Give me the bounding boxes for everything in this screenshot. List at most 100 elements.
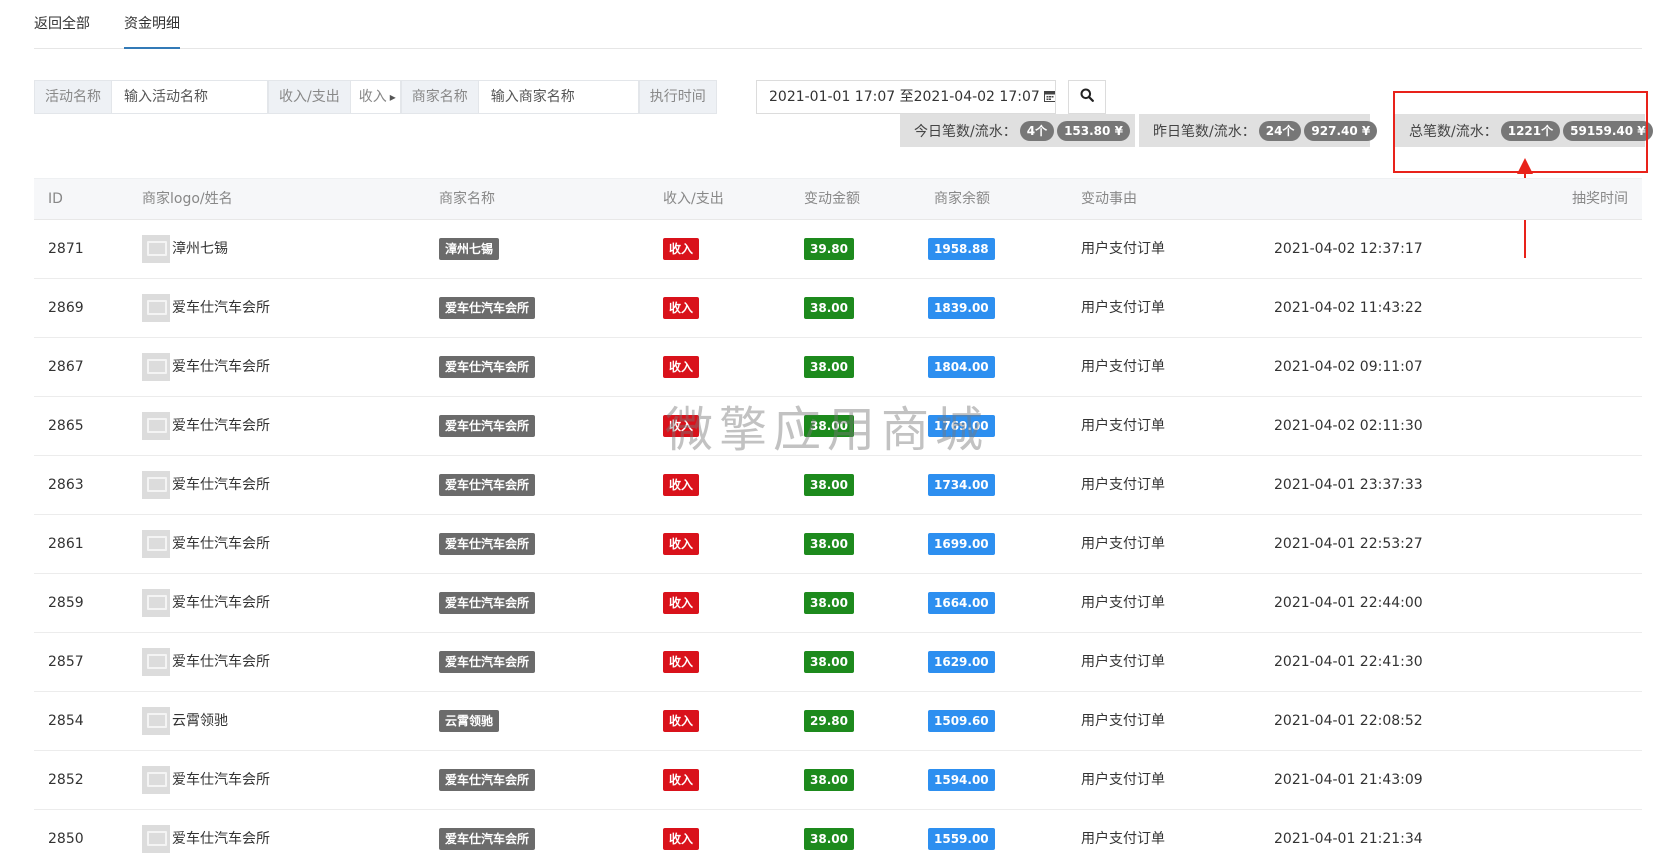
row-name: 爱车仕汽车会所 <box>172 300 270 316</box>
yesterday-stats: 昨日笔数/流水： 24个 927.40 ¥ <box>1139 114 1378 147</box>
image-placeholder-icon <box>142 766 170 794</box>
merchant-badge: 爱车仕汽车会所 <box>439 474 536 496</box>
amount-badge: 38.00 <box>804 297 854 319</box>
date-range-value: 2021-01-01 17:07 至2021-04-02 17:07 <box>769 89 1040 105</box>
caret-down-icon: ▸ <box>389 90 396 104</box>
col-balance: 商家余额 <box>934 191 990 207</box>
table-row: 2850 爱车仕汽车会所 爱车仕汽车会所 收入 38.00 1559.00 用户支付订单 20… <box>34 810 1642 853</box>
merchant-badge: 漳州七锡 <box>439 238 500 260</box>
row-type: 收入 <box>663 692 700 750</box>
row-amount: 38.00 <box>804 574 854 632</box>
row-name: 爱车仕汽车会所 <box>172 654 270 670</box>
table-row: 2859 爱车仕汽车会所 爱车仕汽车会所 收入 38.00 1664.00 用户支付订单 20… <box>34 574 1642 633</box>
col-id: ID <box>48 191 63 207</box>
row-time: 2021-04-01 22:44:00 <box>1274 595 1423 611</box>
filter-bar: 活动名称 收入/支出 收入 ▸ 商家名称 执行时间 <box>34 80 717 114</box>
balance-badge: 1559.00 <box>928 828 995 850</box>
income-badge: 收入 <box>663 769 700 791</box>
row-reason: 用户支付订单 <box>1081 359 1165 375</box>
row-merchant: 爱车仕汽车会所 <box>439 338 536 396</box>
merchant-badge: 爱车仕汽车会所 <box>439 297 536 319</box>
col-time: 抽奖时间 <box>1572 191 1628 207</box>
balance-badge: 1664.00 <box>928 592 995 614</box>
table-row: 2857 爱车仕汽车会所 爱车仕汽车会所 收入 38.00 1629.00 用户支付订单 20… <box>34 633 1642 692</box>
image-placeholder-icon <box>142 235 170 263</box>
row-name: 云霄领驰 <box>172 713 228 729</box>
row-balance: 1699.00 <box>928 515 995 573</box>
balance-badge: 1699.00 <box>928 533 995 555</box>
income-badge: 收入 <box>663 828 700 850</box>
row-type: 收入 <box>663 751 700 809</box>
balance-badge: 1594.00 <box>928 769 995 791</box>
tab-fund-details[interactable]: 资金明细 <box>124 0 180 49</box>
image-placeholder-icon <box>142 412 170 440</box>
balance-badge: 1509.60 <box>928 710 995 732</box>
row-id: 2852 <box>48 772 84 788</box>
row-name: 爱车仕汽车会所 <box>172 831 270 847</box>
balance-badge: 1629.00 <box>928 651 995 673</box>
balance-badge: 1804.00 <box>928 356 995 378</box>
row-merchant: 爱车仕汽车会所 <box>439 633 536 691</box>
row-amount: 38.00 <box>804 810 854 853</box>
image-placeholder-icon <box>142 825 170 853</box>
row-time: 2021-04-01 23:37:33 <box>1274 477 1423 493</box>
balance-badge: 1958.88 <box>928 238 995 260</box>
row-time: 2021-04-01 21:43:09 <box>1274 772 1423 788</box>
merchant-badge: 爱车仕汽车会所 <box>439 415 536 437</box>
tab-bar: 返回全部 资金明细 <box>34 0 1642 49</box>
col-reason: 变动事由 <box>1081 191 1137 207</box>
balance-badge: 1734.00 <box>928 474 995 496</box>
table-row: 2869 爱车仕汽车会所 爱车仕汽车会所 收入 38.00 1839.00 用户支付订单 20… <box>34 279 1642 338</box>
table-row: 2867 爱车仕汽车会所 爱车仕汽车会所 收入 38.00 1804.00 用户支付订单 20… <box>34 338 1642 397</box>
row-id: 2871 <box>48 241 84 257</box>
balance-badge: 1769.00 <box>928 415 995 437</box>
row-reason: 用户支付订单 <box>1081 418 1165 434</box>
image-placeholder-icon <box>142 707 170 735</box>
row-merchant: 爱车仕汽车会所 <box>439 574 536 632</box>
row-reason: 用户支付订单 <box>1081 772 1165 788</box>
col-type: 收入/支出 <box>663 191 724 207</box>
row-balance: 1734.00 <box>928 456 995 514</box>
row-id: 2857 <box>48 654 84 670</box>
row-type: 收入 <box>663 633 700 691</box>
income-badge: 收入 <box>663 238 700 260</box>
row-merchant: 漳州七锡 <box>439 220 500 278</box>
image-placeholder-icon <box>142 471 170 499</box>
row-type: 收入 <box>663 279 700 337</box>
today-count-badge: 4个 <box>1019 120 1055 141</box>
today-stats-label: 今日笔数/流水： <box>914 123 1017 140</box>
image-placeholder-icon <box>142 530 170 558</box>
income-badge: 收入 <box>663 415 700 437</box>
amount-badge: 38.00 <box>804 828 854 850</box>
row-logo-name: 爱车仕汽车会所 <box>142 397 270 455</box>
row-logo-name: 爱车仕汽车会所 <box>142 633 270 691</box>
row-logo-name: 爱车仕汽车会所 <box>142 515 270 573</box>
table-header: ID 商家logo/姓名 商家名称 收入/支出 变动金额 商家余额 变动事由 抽… <box>34 178 1642 220</box>
row-logo-name: 云霄领驰 <box>142 692 228 750</box>
row-name: 漳州七锡 <box>172 241 228 257</box>
image-placeholder-icon <box>142 294 170 322</box>
row-amount: 38.00 <box>804 338 854 396</box>
row-id: 2867 <box>48 359 84 375</box>
col-amount: 变动金额 <box>804 191 860 207</box>
amount-badge: 38.00 <box>804 592 854 614</box>
row-id: 2861 <box>48 536 84 552</box>
row-merchant: 爱车仕汽车会所 <box>439 397 536 455</box>
table-row: 2861 爱车仕汽车会所 爱车仕汽车会所 收入 38.00 1699.00 用户支付订单 20… <box>34 515 1642 574</box>
row-time: 2021-04-02 02:11:30 <box>1274 418 1423 434</box>
row-reason: 用户支付订单 <box>1081 595 1165 611</box>
row-name: 爱车仕汽车会所 <box>172 536 270 552</box>
row-type: 收入 <box>663 456 700 514</box>
activity-name-input[interactable] <box>112 80 268 114</box>
merchant-name-input[interactable] <box>478 80 639 114</box>
row-amount: 38.00 <box>804 397 854 455</box>
search-button[interactable] <box>1068 80 1106 114</box>
tab-back-all[interactable]: 返回全部 <box>34 0 90 49</box>
row-amount: 38.00 <box>804 456 854 514</box>
row-reason: 用户支付订单 <box>1081 831 1165 847</box>
date-range-input[interactable]: 2021-01-01 17:07 至2021-04-02 17:07 <box>756 80 1056 114</box>
table-row: 2865 爱车仕汽车会所 爱车仕汽车会所 收入 38.00 1769.00 用户支付订单 20… <box>34 397 1642 456</box>
row-name: 爱车仕汽车会所 <box>172 359 270 375</box>
type-select[interactable]: 收入 ▸ <box>350 80 401 114</box>
image-placeholder-icon <box>142 648 170 676</box>
